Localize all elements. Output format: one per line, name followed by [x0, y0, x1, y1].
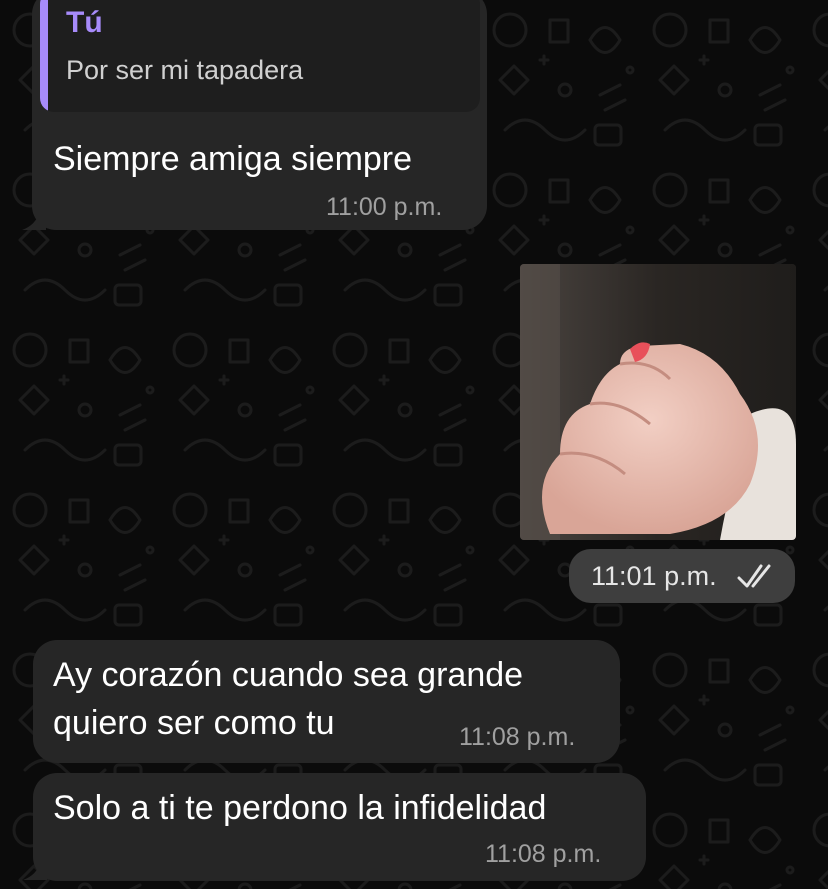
bubble-tail [22, 211, 46, 230]
double-check-icon [737, 564, 771, 588]
message-bubble[interactable]: Ay corazón cuando sea grande quiero ser … [33, 640, 620, 763]
quote-text: Por ser mi tapadera [66, 55, 304, 85]
quoted-message[interactable]: Tú Por ser mi tapadera [40, 0, 480, 112]
message-time: 11:01 p.m. [591, 561, 717, 591]
message-text-line: Ay corazón cuando sea grande [53, 656, 524, 694]
photo-time-pill: 11:01 p.m. [569, 549, 795, 603]
quote-accent-bar [40, 0, 48, 112]
message-text-line: quiero ser como tu [53, 704, 335, 742]
message-time: 11:00 p.m. [326, 193, 443, 221]
message-text: Solo a ti te perdono la infidelidad [53, 789, 547, 827]
message-time: 11:08 p.m. [485, 840, 602, 868]
message-text: Siempre amiga siempre [53, 140, 413, 178]
photo-message[interactable] [520, 264, 796, 540]
message-bubble-reply[interactable]: Tú Por ser mi tapadera Siempre amiga sie… [32, 0, 487, 230]
message-bubble[interactable]: Solo a ti te perdono la infidelidad 11:0… [33, 773, 646, 881]
baby-hand-photo [520, 264, 796, 540]
quote-author: Tú [66, 6, 103, 39]
bubble-tail [23, 861, 47, 880]
message-time: 11:08 p.m. [459, 723, 576, 751]
